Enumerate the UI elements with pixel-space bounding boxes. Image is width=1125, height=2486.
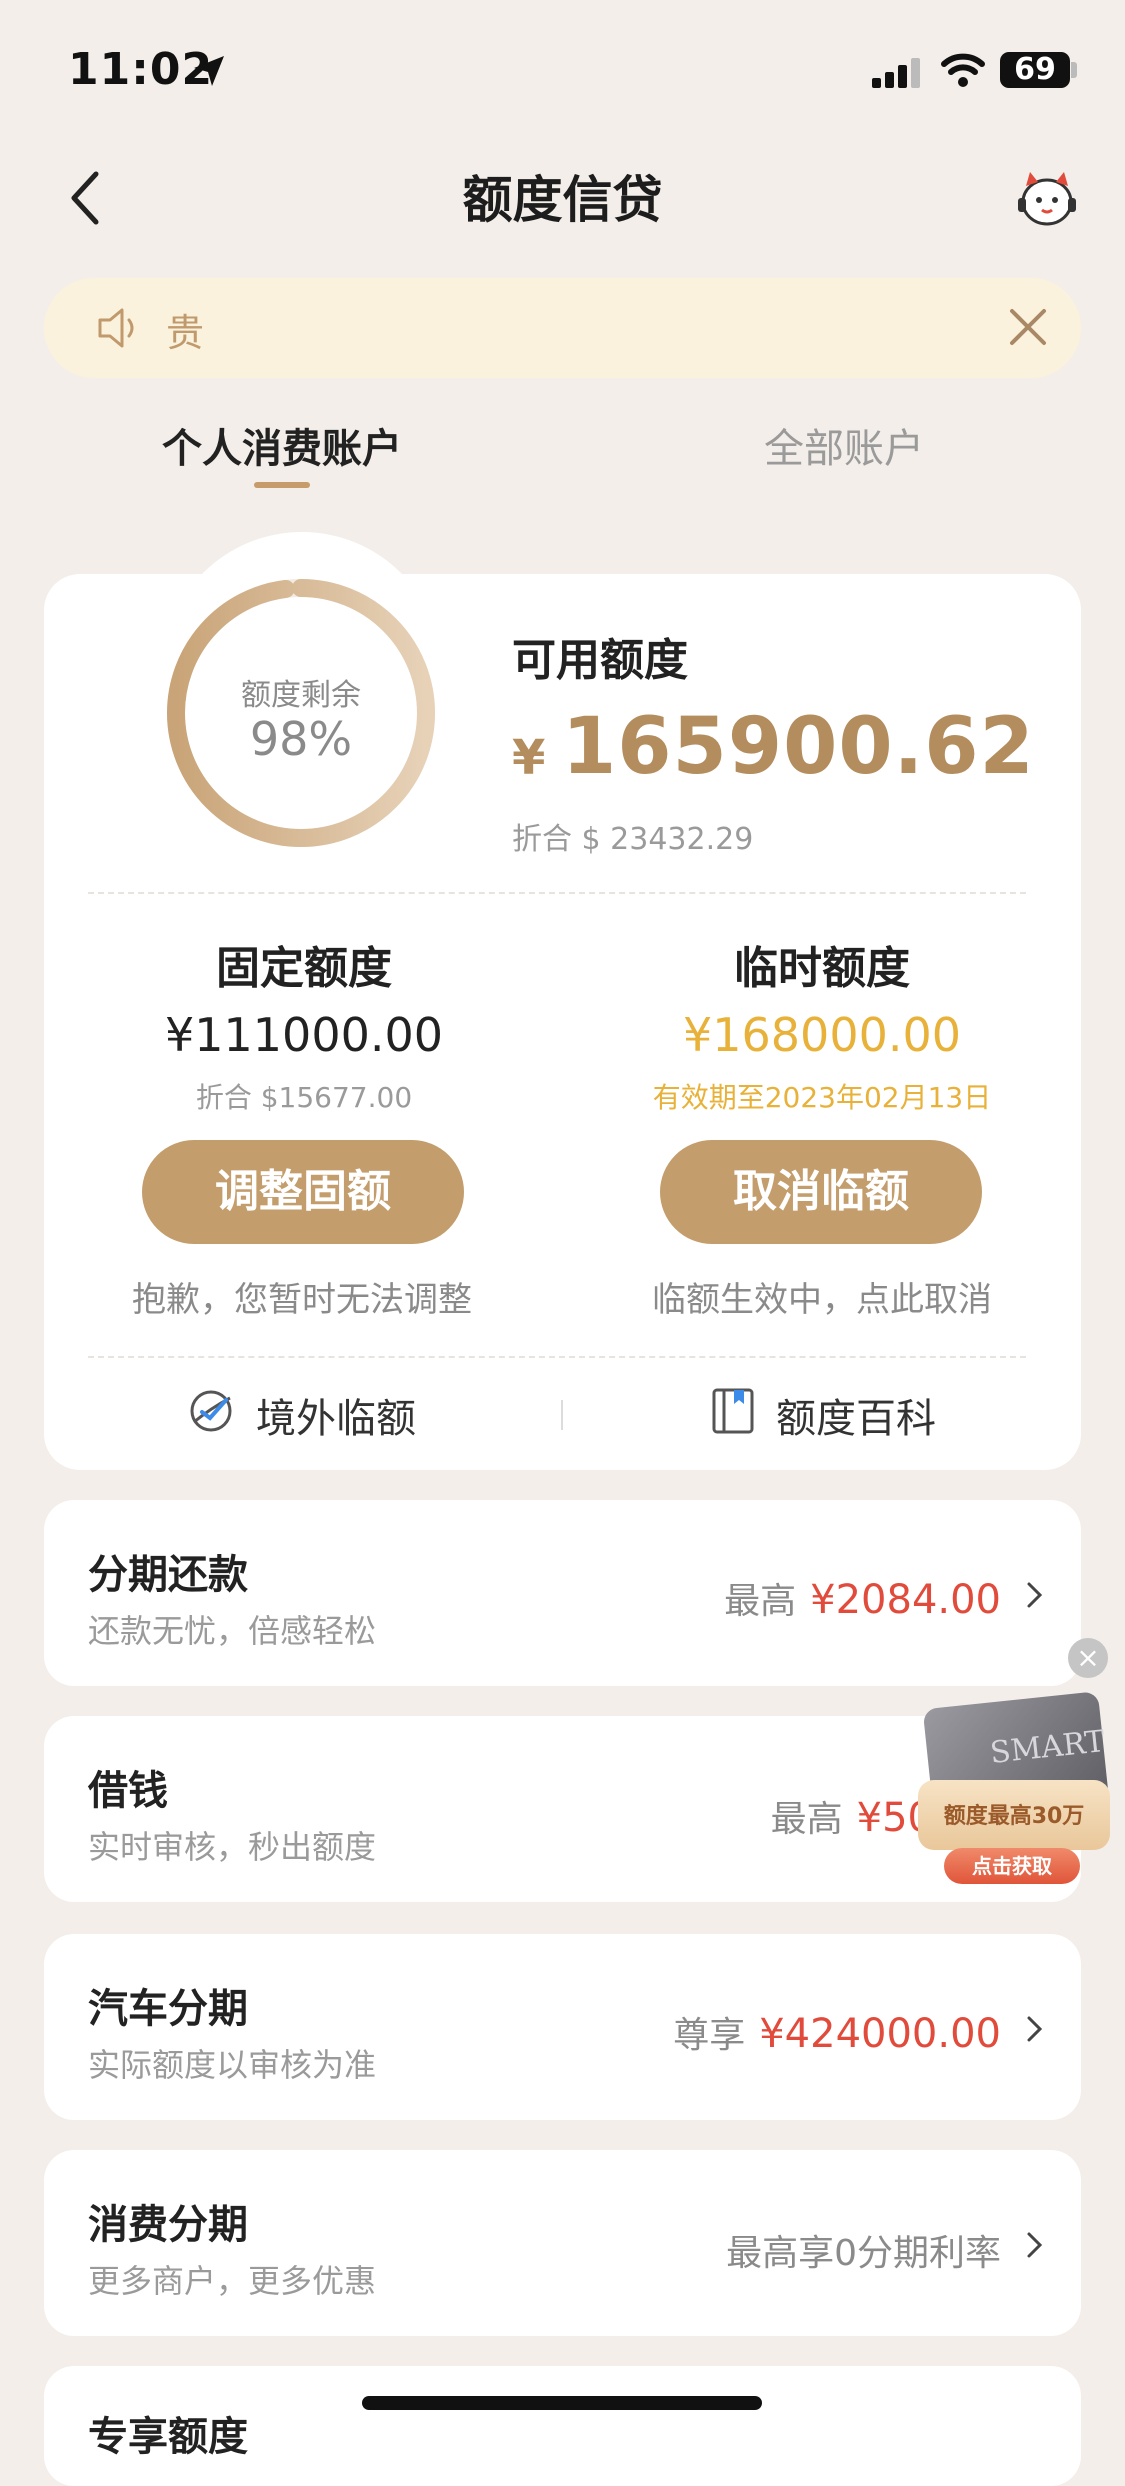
item-value: 最高 ¥50: [771, 1790, 933, 1842]
item-subtitle: 还款无忧，倍感轻松: [88, 1612, 377, 1650]
battery-tip: [1071, 62, 1077, 78]
temporary-credit-title: 临时额度: [734, 943, 910, 994]
available-credit-amount: 165900.62: [562, 702, 1035, 792]
item-title: 借钱: [88, 1768, 168, 1814]
item-value: 尊享 ¥424000.00: [673, 2006, 1001, 2058]
customer-service-mascot-icon[interactable]: [1012, 168, 1082, 228]
fixed-credit-converted: 折合 $15677.00: [195, 1081, 413, 1114]
item-amount: ¥424000.00: [759, 2011, 1001, 2057]
item-title: 消费分期: [88, 2202, 248, 2248]
adjust-fixed-credit-button[interactable]: 调整固额: [142, 1140, 464, 1244]
item-prefix: 最高享0分期利率: [726, 2233, 1001, 2274]
promo-get-button[interactable]: 点击获取: [944, 1848, 1080, 1884]
ring-percent: 98%: [249, 712, 353, 766]
fixed-credit-hint: 抱歉，您暂时无法调整: [132, 1280, 472, 1320]
tab-all-accounts[interactable]: 全部账户: [764, 416, 924, 474]
available-credit-converted: 折合 $ 23432.29: [512, 822, 754, 857]
currency-symbol: ¥: [512, 730, 546, 786]
divider: [88, 892, 1026, 894]
close-icon[interactable]: [1006, 305, 1050, 349]
available-credit-label: 可用额度: [512, 635, 688, 686]
item-title: 汽车分期: [88, 1986, 248, 2032]
promo-close-button[interactable]: ×: [1068, 1638, 1108, 1678]
cellular-signal-icon: [872, 58, 920, 88]
home-indicator: [362, 2396, 762, 2410]
item-prefix: 最高: [770, 1799, 843, 1840]
tab-indicator: [254, 482, 310, 488]
overseas-temp-credit-link[interactable]: 境外临额: [256, 1386, 416, 1444]
overseas-icon: [190, 1390, 232, 1432]
wifi-icon: [941, 53, 985, 87]
fixed-credit-amount: ¥111000.00: [164, 1008, 444, 1062]
battery-icon: 69: [1000, 52, 1070, 88]
tab-personal-account[interactable]: 个人消费账户: [162, 416, 402, 474]
book-icon: [712, 1388, 754, 1434]
speaker-icon: [98, 308, 134, 348]
item-subtitle: 实时审核，秒出额度: [88, 1828, 377, 1866]
item-title: 专享额度: [88, 2414, 248, 2460]
item-amount: ¥2084.00: [810, 1577, 1001, 1623]
temporary-credit-hint[interactable]: 临额生效中，点此取消: [582, 1272, 1062, 1321]
item-value: 最高 ¥2084.00: [724, 1572, 1001, 1624]
item-title: 分期还款: [88, 1552, 248, 1598]
temporary-credit-amount: ¥168000.00: [682, 1008, 962, 1062]
temporary-credit-validity: 有效期至2023年02月13日: [652, 1081, 992, 1114]
item-prefix: 最高: [724, 1581, 797, 1622]
divider: [88, 1356, 1026, 1358]
chevron-right-icon: [1027, 2232, 1043, 2258]
credit-wiki-link[interactable]: 额度百科: [776, 1386, 936, 1444]
item-subtitle: 实际额度以审核为准: [88, 2046, 377, 2084]
location-arrow-icon: [194, 56, 224, 86]
promo-headline: 额度最高30万: [943, 1804, 1085, 1829]
item-subtitle: 更多商户，更多优惠: [88, 2262, 377, 2300]
page-title: 额度信贷: [462, 171, 663, 229]
chevron-right-icon: [1027, 1582, 1043, 1608]
ring-label: 额度剩余: [241, 678, 361, 713]
chevron-right-icon: [1027, 2016, 1043, 2042]
fixed-credit-title: 固定额度: [216, 943, 392, 994]
cancel-temporary-credit-button[interactable]: 取消临额: [660, 1140, 982, 1244]
item-prefix: 尊享: [673, 2015, 746, 2056]
notice-text: 贵: [166, 311, 205, 355]
item-value: 最高享0分期利率: [726, 2224, 1001, 2276]
link-separator: [561, 1400, 563, 1430]
